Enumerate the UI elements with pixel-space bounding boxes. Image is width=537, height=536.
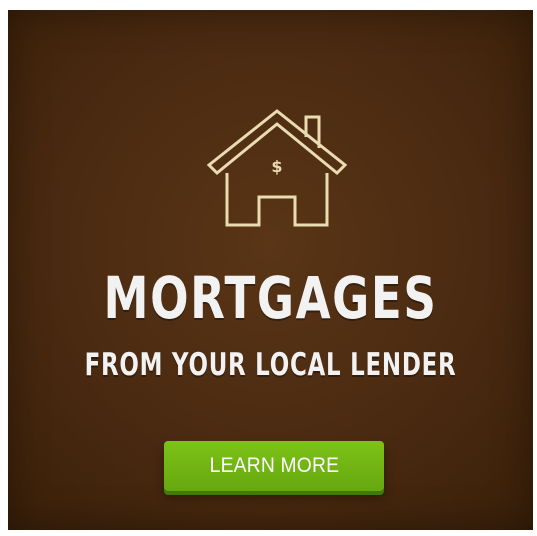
- ad-subtitle: FROM YOUR LOCAL LENDER: [84, 347, 457, 383]
- ad-page: $ MORTGAGES FROM YOUR LOCAL LENDER LEARN…: [0, 0, 537, 536]
- learn-more-label: LEARN MORE: [209, 454, 339, 477]
- house-dollar-icon: $: [207, 109, 347, 227]
- learn-more-button[interactable]: LEARN MORE: [164, 441, 384, 491]
- ad-title: MORTGAGES: [103, 264, 438, 332]
- svg-text:$: $: [271, 157, 282, 176]
- mortgage-ad-banner[interactable]: $ MORTGAGES FROM YOUR LOCAL LENDER LEARN…: [8, 10, 533, 530]
